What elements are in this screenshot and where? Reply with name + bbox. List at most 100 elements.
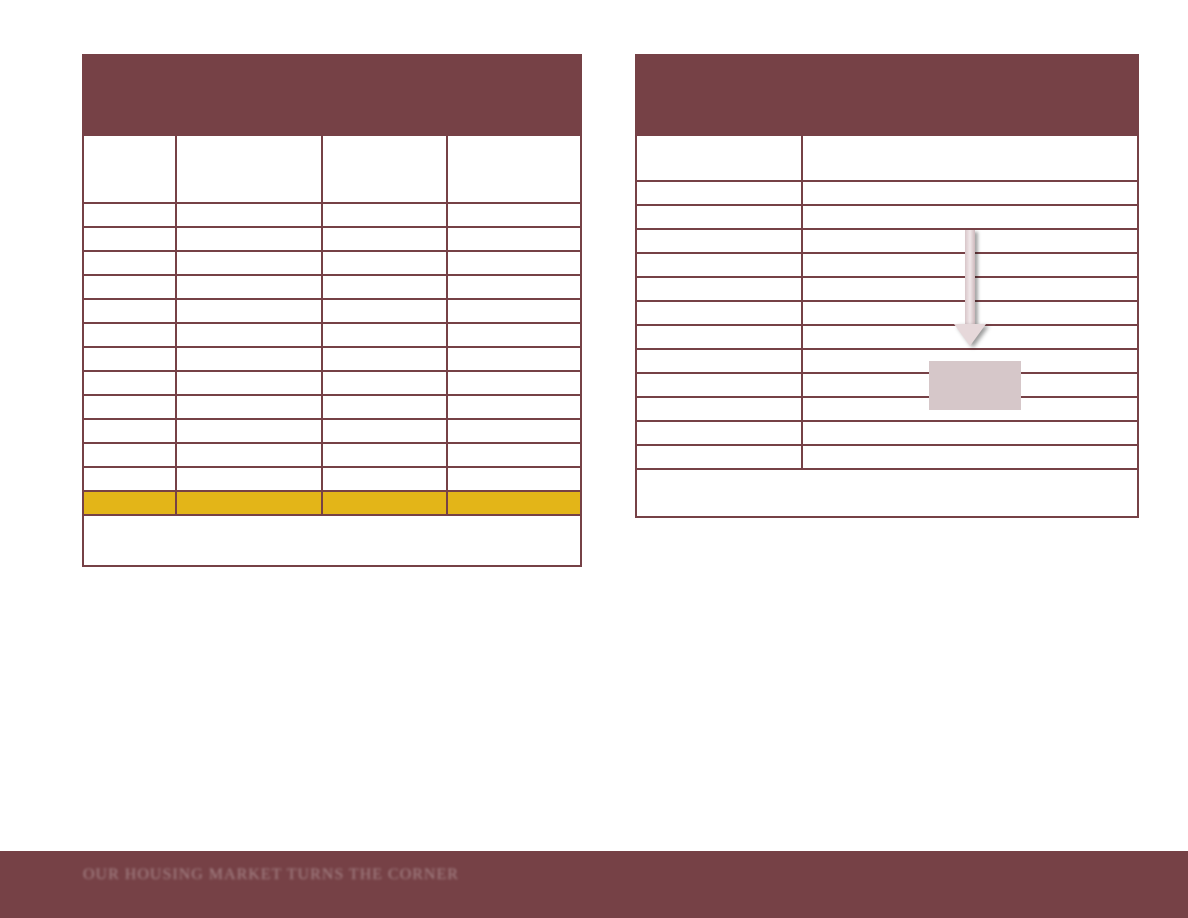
right-table-row xyxy=(637,350,1137,374)
table-cell xyxy=(637,446,803,468)
table-cell xyxy=(637,182,803,204)
left-table-row xyxy=(84,204,580,228)
table-cell xyxy=(803,446,1137,468)
table-cell xyxy=(637,254,803,276)
table-cell xyxy=(448,348,580,370)
table-cell xyxy=(448,468,580,490)
table-cell xyxy=(84,300,177,322)
left-table-row xyxy=(84,324,580,348)
right-table-row xyxy=(637,422,1137,446)
left-table-row xyxy=(84,252,580,276)
table-cell xyxy=(323,204,448,226)
table-cell xyxy=(177,276,323,298)
table-cell xyxy=(177,444,323,466)
right-table-row xyxy=(637,446,1137,470)
table-cell xyxy=(323,396,448,418)
right-header-cell-2 xyxy=(803,136,1137,180)
table-cell xyxy=(84,228,177,250)
left-table-row xyxy=(84,396,580,420)
table-cell xyxy=(448,204,580,226)
table-cell xyxy=(448,300,580,322)
footer-band: OUR HOUSING MARKET TURNS THE CORNER xyxy=(0,851,1188,918)
left-table-row xyxy=(84,228,580,252)
table-cell xyxy=(637,230,803,252)
table-cell xyxy=(448,324,580,346)
table-cell xyxy=(177,228,323,250)
table-cell xyxy=(84,372,177,394)
callout-box xyxy=(929,361,1021,410)
right-table-header-row xyxy=(637,136,1137,182)
table-cell xyxy=(323,276,448,298)
table-cell xyxy=(448,492,580,514)
table-cell xyxy=(803,422,1137,444)
table-cell xyxy=(84,444,177,466)
table-cell xyxy=(84,396,177,418)
right-table-row xyxy=(637,374,1137,398)
table-cell xyxy=(637,206,803,228)
down-arrow-icon xyxy=(965,230,975,326)
right-header-cell-1 xyxy=(637,136,803,180)
left-table-header-row xyxy=(84,136,580,204)
table-cell xyxy=(177,468,323,490)
left-header-cell-1 xyxy=(84,136,177,202)
table-cell xyxy=(637,302,803,324)
left-table-total-row xyxy=(84,492,580,516)
right-data-table xyxy=(635,54,1139,518)
left-header-cell-2 xyxy=(177,136,323,202)
left-table-title-band xyxy=(84,56,580,136)
table-cell xyxy=(323,468,448,490)
table-cell xyxy=(84,468,177,490)
table-cell xyxy=(637,374,803,396)
left-table-row xyxy=(84,372,580,396)
left-data-table xyxy=(82,54,582,567)
table-cell xyxy=(323,492,448,514)
table-cell xyxy=(637,350,803,372)
right-table-grid xyxy=(637,136,1137,514)
down-arrow-head xyxy=(954,324,986,346)
table-cell xyxy=(448,372,580,394)
table-cell xyxy=(323,300,448,322)
table-cell xyxy=(177,252,323,274)
table-cell xyxy=(323,228,448,250)
table-cell xyxy=(803,206,1137,228)
table-cell xyxy=(323,420,448,442)
table-cell xyxy=(448,252,580,274)
right-table-row xyxy=(637,326,1137,350)
table-cell xyxy=(323,324,448,346)
left-header-cell-3 xyxy=(323,136,448,202)
table-cell xyxy=(177,420,323,442)
table-cell xyxy=(448,444,580,466)
table-cell xyxy=(84,276,177,298)
table-cell xyxy=(448,396,580,418)
left-table-row xyxy=(84,468,580,492)
right-table-row xyxy=(637,182,1137,206)
left-table-row xyxy=(84,420,580,444)
left-table-row xyxy=(84,300,580,324)
footer-title: OUR HOUSING MARKET TURNS THE CORNER xyxy=(83,866,459,883)
table-cell xyxy=(177,492,323,514)
left-header-cell-4 xyxy=(448,136,580,202)
table-cell xyxy=(177,204,323,226)
table-cell xyxy=(84,492,177,514)
right-table-row xyxy=(637,278,1137,302)
left-table-grid xyxy=(84,136,580,560)
table-cell xyxy=(323,252,448,274)
table-cell xyxy=(84,420,177,442)
right-table-row xyxy=(637,398,1137,422)
table-cell xyxy=(84,252,177,274)
table-cell xyxy=(177,396,323,418)
table-cell xyxy=(84,348,177,370)
right-table-row xyxy=(637,302,1137,326)
table-cell xyxy=(637,326,803,348)
table-cell xyxy=(637,398,803,420)
right-table-row xyxy=(637,206,1137,230)
left-table-row xyxy=(84,348,580,372)
left-table-footnote xyxy=(84,516,580,560)
table-cell xyxy=(448,276,580,298)
table-cell xyxy=(637,422,803,444)
table-cell xyxy=(448,420,580,442)
right-table-row xyxy=(637,254,1137,278)
table-cell xyxy=(84,324,177,346)
left-table-row xyxy=(84,276,580,300)
table-cell xyxy=(323,444,448,466)
